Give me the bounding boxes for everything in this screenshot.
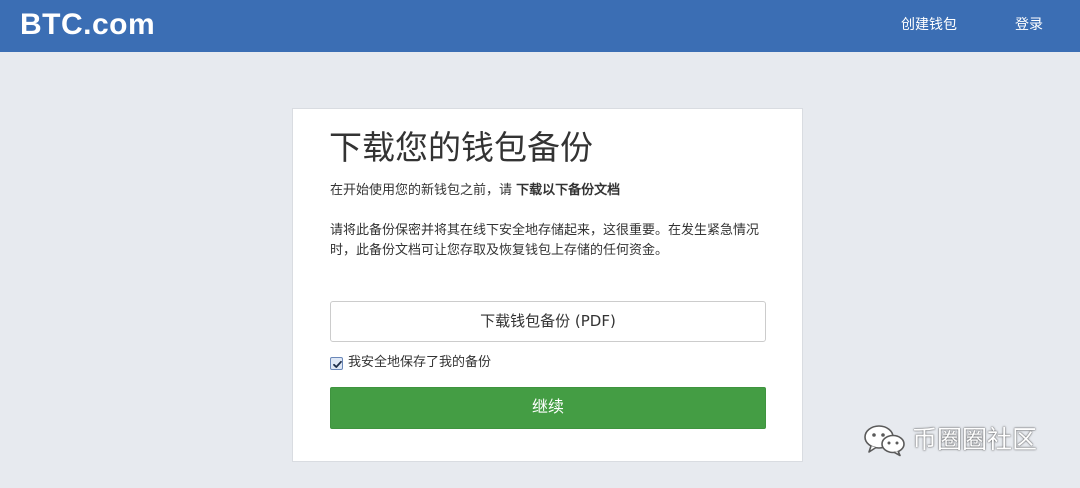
intro-emphasis: 下载以下备份文档 [516, 183, 621, 198]
btc-logo[interactable]: BTC.com [20, 7, 155, 43]
backup-card: 下载您的钱包备份 在开始使用您的新钱包之前，请 下载以下备份文档 请将此备份保密… [292, 108, 803, 462]
intro-prefix: 在开始使用您的新钱包之前，请 [330, 183, 517, 198]
confirm-backup-checkbox[interactable] [330, 356, 343, 370]
confirm-backup-label[interactable]: 我安全地保存了我的备份 [348, 353, 491, 373]
page-title: 下载您的钱包备份 [329, 128, 593, 167]
confirm-backup-row[interactable]: 我安全地保存了我的备份 [330, 353, 491, 373]
nav-login-link[interactable]: 登录 [1015, 15, 1043, 35]
watermark-text: 币圈圈社区 [912, 425, 1038, 454]
intro-text: 在开始使用您的新钱包之前，请 下载以下备份文档 [330, 181, 620, 201]
continue-button[interactable]: 继续 [330, 387, 766, 429]
wechat-icon [864, 425, 905, 457]
checkmark-icon [333, 360, 342, 368]
backup-description: 请将此备份保密并将其在线下安全地存储起来，这很重要。在发生紧急情况时，此备份文档… [330, 223, 760, 258]
nav-create-wallet-link[interactable]: 创建钱包 [901, 15, 957, 35]
top-navbar: BTC.com 创建钱包 登录 [0, 0, 1080, 52]
download-pdf-button[interactable]: 下载钱包备份 (PDF) [330, 301, 766, 342]
watermark: 币圈圈社区 [862, 423, 1037, 457]
